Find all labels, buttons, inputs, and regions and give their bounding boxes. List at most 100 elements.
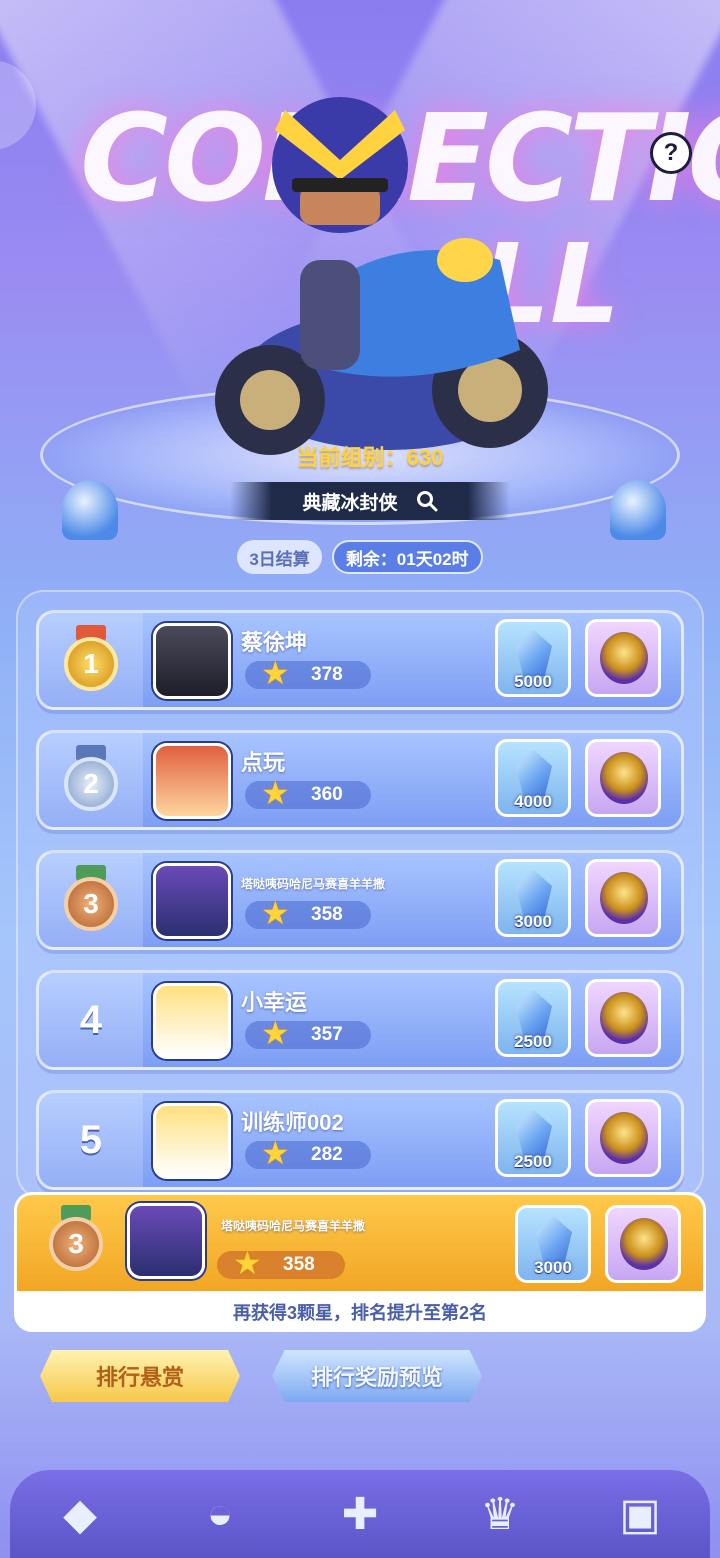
ranking-row[interactable]: 4 小幸运 ★ 357 2500	[36, 970, 684, 1070]
trophy-icon: ♛	[480, 1489, 520, 1539]
crystal-reward[interactable]: 4000	[495, 739, 571, 817]
star-icon: ★	[261, 655, 290, 691]
player-name: 训练师002	[241, 1110, 344, 1135]
rank-cell: 4	[39, 973, 143, 1067]
star-count: 358	[311, 904, 343, 925]
player-avatar[interactable]	[153, 623, 231, 699]
my-ranking-card[interactable]: 3 塔哒咦码哈尼马赛喜羊羊撒 ★ 358 3000 再获得3颗星，排名提升至第2…	[14, 1192, 706, 1332]
rank-cell: 3	[45, 1205, 107, 1275]
star-count-bar: ★ 357	[245, 1017, 371, 1049]
crystal-amount: 2500	[514, 1152, 552, 1171]
star-count: 360	[311, 784, 343, 805]
gold-medal-icon: 1	[60, 625, 122, 695]
player-avatar[interactable]	[153, 743, 231, 819]
rank-cell: 1	[39, 613, 143, 707]
crystal-reward[interactable]: 2500	[495, 979, 571, 1057]
remaining-time-badge: 剩余：01天02时	[331, 540, 483, 574]
rank-cell: 3	[39, 853, 143, 947]
crystal-icon	[516, 630, 552, 676]
ranking-row[interactable]: 1 蔡徐坤 ★ 378 5000	[36, 610, 684, 710]
collection-badge-icon	[600, 632, 648, 684]
star-icon: ★	[261, 775, 290, 811]
bronze-medal-icon: 3	[60, 865, 122, 935]
badge-reward[interactable]	[585, 739, 661, 817]
player-name: 蔡徐坤	[241, 630, 308, 655]
player-name: 塔哒咦码哈尼马赛喜羊羊撒	[241, 877, 386, 891]
badge-reward[interactable]	[585, 1099, 661, 1177]
gift-box-icon: ◆	[63, 1489, 97, 1539]
question-box-icon: ▣	[619, 1489, 661, 1539]
badge-reward[interactable]	[585, 619, 661, 697]
stage-lamp-left	[62, 480, 118, 540]
ranking-row[interactable]: 2 点玩 ★ 360 4000	[36, 730, 684, 830]
star-count: 282	[311, 1144, 343, 1165]
current-group-label: 当前组别：630	[296, 445, 444, 470]
player-avatar[interactable]	[153, 983, 231, 1059]
silver-medal-icon: 2	[60, 745, 122, 815]
crystal-amount: 3000	[514, 912, 552, 931]
star-count: 358	[283, 1254, 315, 1275]
star-icon: ★	[261, 895, 290, 931]
star-count: 357	[311, 1024, 343, 1045]
player-avatar[interactable]	[153, 863, 231, 939]
crystal-amount: 2500	[514, 1032, 552, 1051]
star-count-bar: ★ 358	[217, 1247, 345, 1279]
rank-up-hint: 再获得3颗星，排名提升至第2名	[232, 1303, 488, 1323]
tab-gamepad[interactable]: ✚	[320, 1478, 400, 1550]
ranking-row[interactable]: 3 塔哒咦码哈尼马赛喜羊羊撒 ★ 358 3000	[36, 850, 684, 950]
star-count-bar: ★ 282	[245, 1137, 371, 1169]
settlement-info: 3日结算 剩余：01天02时	[0, 540, 720, 574]
crystal-icon	[516, 1110, 552, 1156]
crystal-icon	[516, 870, 552, 916]
badge-reward[interactable]	[605, 1205, 681, 1283]
my-ranking-row: 3 塔哒咦码哈尼马赛喜羊羊撒 ★ 358 3000	[17, 1195, 703, 1291]
ranking-bounty-button[interactable]: 排行悬赏	[40, 1350, 240, 1402]
crystal-icon	[516, 990, 552, 1036]
crystal-amount: 4000	[514, 792, 552, 811]
crystal-reward[interactable]: 5000	[495, 619, 571, 697]
settlement-period-badge: 3日结算	[237, 540, 322, 574]
player-name: 点玩	[241, 750, 286, 775]
ranking-reward-preview-button[interactable]: 排行奖励预览	[272, 1350, 482, 1402]
my-name: 塔哒咦码哈尼马赛喜羊羊撒	[221, 1219, 366, 1233]
collection-badge-icon	[600, 992, 648, 1044]
tab-mystery[interactable]: ▣	[600, 1478, 680, 1550]
hero-stage: COLLECTION LL ? 当前组别：630 典藏冰封侠	[0, 0, 720, 560]
crystal-amount: 5000	[514, 672, 552, 691]
star-count-bar: ★ 358	[245, 897, 371, 929]
tab-whistle[interactable]: ◒	[180, 1478, 260, 1550]
stage-lamp-right	[610, 480, 666, 540]
rank-number: 4	[79, 997, 103, 1042]
player-avatar[interactable]	[153, 1103, 231, 1179]
crystal-icon	[536, 1216, 572, 1262]
my-avatar[interactable]	[127, 1203, 205, 1279]
help-button[interactable]: ?	[650, 132, 692, 174]
collection-badge-icon	[600, 1112, 648, 1164]
star-count-bar: ★ 360	[245, 777, 371, 809]
star-icon: ★	[261, 1135, 290, 1171]
crystal-icon	[516, 750, 552, 796]
collection-name: 典藏冰封侠	[302, 492, 398, 514]
crystal-reward[interactable]: 2500	[495, 1099, 571, 1177]
ranking-row[interactable]: 5 训练师002 ★ 282 2500	[36, 1090, 684, 1190]
star-icon: ★	[233, 1245, 262, 1281]
crystal-reward[interactable]: 3000	[515, 1205, 591, 1283]
player-name: 小幸运	[241, 990, 308, 1015]
bronze-medal-icon: 3	[45, 1205, 107, 1275]
tab-collection[interactable]: ◆	[40, 1478, 120, 1550]
star-count: 378	[311, 664, 343, 685]
star-count-bar: ★ 378	[245, 657, 371, 689]
collection-search-bar[interactable]: 典藏冰封侠	[230, 482, 510, 520]
rank-cell: 2	[39, 733, 143, 827]
question-icon: ?	[663, 139, 679, 166]
crystal-reward[interactable]: 3000	[495, 859, 571, 937]
bottom-tab-bar: ◆ ◒ ✚ ♛ ▣	[10, 1470, 710, 1558]
badge-reward[interactable]	[585, 979, 661, 1057]
badge-reward[interactable]	[585, 859, 661, 937]
tab-ranking[interactable]: ♛	[460, 1478, 540, 1550]
collection-badge-icon	[620, 1218, 668, 1270]
search-icon[interactable]	[416, 490, 438, 512]
character-on-motorcycle-image	[215, 97, 548, 455]
gamepad-icon: ✚	[341, 1489, 379, 1539]
whistle-icon: ◒	[206, 1489, 234, 1538]
